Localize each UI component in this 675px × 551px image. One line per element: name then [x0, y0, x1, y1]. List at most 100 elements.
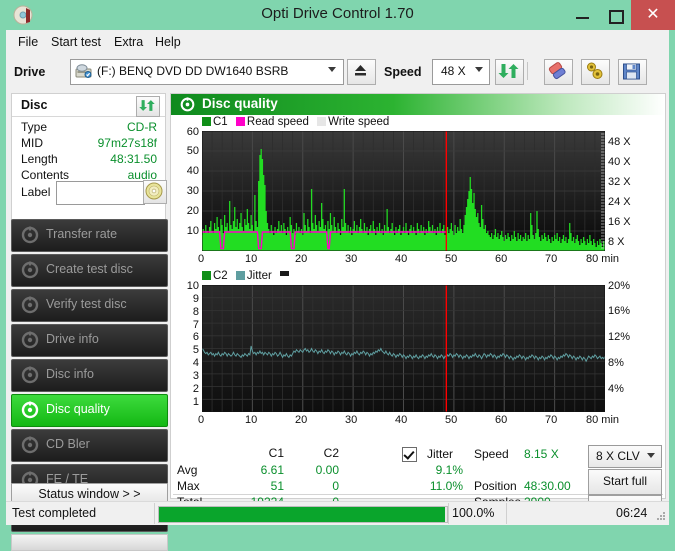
chevron-down-icon [475, 67, 483, 72]
status-text: Test completed [12, 506, 97, 520]
chart2-xtick: 30 [345, 414, 358, 426]
sidebar-item-disc-quality[interactable]: Disc quality [11, 394, 168, 427]
write-mode-value: 8 X CLV [596, 449, 640, 463]
jitter-checkbox[interactable] [402, 447, 417, 462]
c2-jitter-chart [201, 284, 608, 413]
chart2-ytick: 6 [192, 331, 199, 343]
speed-select[interactable]: 48 X [432, 59, 490, 85]
sidebar-item-label: Drive info [46, 332, 99, 346]
drive-select[interactable]: (F:) BENQ DVD DD DW1640 BSRB [70, 59, 344, 85]
chart1-legend: C1 Read speed Write speed [202, 116, 389, 128]
status-window-label: Status window > > [38, 487, 141, 501]
start-full-button[interactable]: Start full [588, 469, 662, 495]
menu-item-help[interactable]: Help [151, 34, 185, 50]
stats-header-c2: C2 [323, 446, 339, 460]
floppy-save-icon [623, 63, 640, 80]
sidebar-item-transfer-rate[interactable]: Transfer rate [11, 219, 168, 252]
sidebar-item-verify-test-disc[interactable]: Verify test disc [11, 289, 168, 322]
refresh-button[interactable] [495, 59, 524, 85]
disc-row-value: CD-R [127, 120, 157, 134]
disc-label-row: Label [12, 180, 167, 206]
gear-disc-icon [21, 296, 39, 314]
disc-label-browse-button[interactable] [143, 180, 167, 204]
chart1-ytick: 60 [186, 126, 199, 138]
chart2-legend: C2 Jitter [202, 270, 291, 282]
chart1-ytick: 50 [186, 145, 199, 157]
sidebar-item-label: CD Bler [46, 437, 90, 451]
stats-row-label-max: Max [177, 479, 200, 493]
disc-row-mid: MID 97m27s18f [12, 136, 165, 152]
position-stat-value: 48:30.00 [524, 479, 571, 493]
save-button[interactable] [618, 59, 647, 85]
disc-panel-header: Disc [12, 94, 165, 117]
chart1-xtick: 50 [445, 253, 458, 265]
erase-button[interactable] [544, 59, 573, 85]
disc-label-input[interactable] [56, 181, 145, 205]
sidebar-item-cd-bler[interactable]: CD Bler [11, 429, 168, 462]
speed-select-value: 48 X [441, 64, 466, 78]
menu-bar: File Start test Extra Help [6, 30, 669, 53]
chart2-ytick: 3 [192, 370, 199, 382]
sidebar-item-create-test-disc[interactable]: Create test disc [11, 254, 168, 287]
legend-swatch-c2 [202, 271, 211, 280]
close-button[interactable]: ✕ [631, 0, 675, 30]
legend-label-jitter: Jitter [246, 270, 272, 282]
stats-max-c1: 51 [270, 479, 284, 493]
chart2-ytick: 7 [192, 319, 199, 331]
disc-label-caption: Label [21, 185, 51, 199]
stats-avg-jitter: 9.1% [435, 463, 463, 477]
stats-panel: C1 C2 Jitter Avg 6.61 0.00 9.1% Max 51 0… [171, 444, 665, 521]
disc-refresh-button[interactable] [136, 96, 160, 117]
disc-row-length: Length 48:31.50 [12, 152, 165, 168]
progress-bar [158, 506, 448, 523]
legend-swatch-read-speed [235, 117, 245, 126]
chart2-ytick: 1 [192, 396, 199, 408]
title-bar: Opti Drive Control 1.70 ✕ [0, 0, 675, 30]
chart1-y2tick: 16 X [608, 216, 631, 228]
maximize-button[interactable] [599, 0, 631, 30]
chart1-ytick: 20 [186, 205, 199, 217]
disc-info-panel: Disc Type CD-R MID 97m27s18f Length 48:3… [11, 93, 167, 238]
status-separator [448, 503, 449, 524]
status-bar: Test completed 100.0% 06:24 [6, 501, 669, 525]
chart1-xtick: 10 [245, 253, 258, 265]
chart1-ytick: 10 [186, 225, 199, 237]
eject-icon [355, 65, 366, 76]
close-icon: ✕ [646, 6, 660, 23]
stats-max-c2: 0 [332, 479, 339, 493]
resize-grip[interactable] [656, 512, 666, 522]
legend-label-c1: C1 [213, 116, 228, 128]
sidebar-item-label: Disc quality [46, 402, 110, 416]
chart2-xtick: 10 [245, 414, 258, 426]
jitter-label: Jitter [427, 447, 454, 461]
menu-item-start-test[interactable]: Start test [47, 34, 105, 50]
chart2-xtick: 40 [395, 414, 408, 426]
sidebar-item-disc-info[interactable]: Disc info [11, 359, 168, 392]
chart1-ytick: 40 [186, 165, 199, 177]
c1-error-chart [201, 130, 638, 252]
chart1-xtick: 60 [495, 253, 508, 265]
legend-swatch-jitter [235, 271, 245, 280]
gear-disc-icon [21, 366, 39, 384]
chart1-xtick: 30 [345, 253, 358, 265]
drive-label: Drive [14, 65, 46, 79]
chart1-xtick: 70 [545, 253, 558, 265]
minimize-button[interactable] [567, 0, 599, 30]
chart1-y2tick: 8 X [608, 236, 625, 248]
write-mode-select[interactable]: 8 X CLV [588, 445, 662, 468]
chart2-y2tick: 8% [608, 357, 624, 369]
speed-label: Speed [384, 65, 422, 79]
main-panel-header: Disc quality [171, 94, 665, 115]
chart1-y2tick: 24 X [608, 196, 631, 208]
sidebar-item-label: Transfer rate [46, 227, 118, 241]
tools-button[interactable] [581, 59, 610, 85]
status-separator [154, 503, 155, 524]
sidebar-item-drive-info[interactable]: Drive info [11, 324, 168, 357]
menu-item-extra[interactable]: Extra [110, 34, 147, 50]
menu-item-file[interactable]: File [14, 34, 42, 50]
eject-button[interactable] [347, 59, 376, 85]
refresh-icon [139, 100, 155, 111]
disc-row-type: Type CD-R [12, 120, 165, 136]
chart2-y2tick: 16% [608, 305, 631, 317]
chart2-ytick: 2 [192, 383, 199, 395]
